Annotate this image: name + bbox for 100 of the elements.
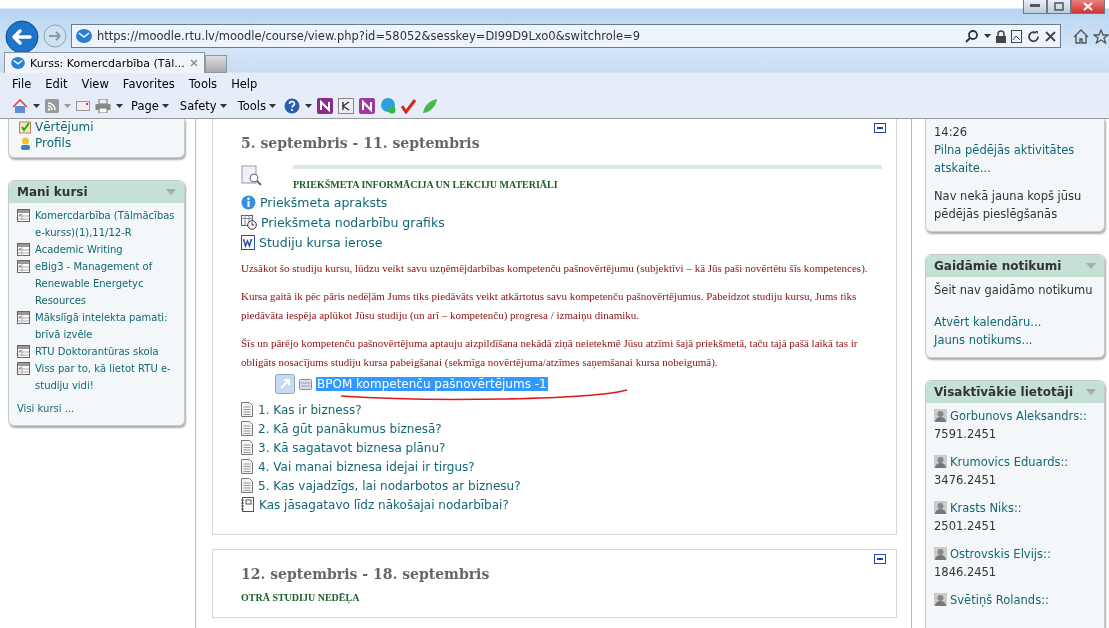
activity-note: Nav nekā jauna kopš jūsu pēdējās pieslēgšanās bbox=[934, 188, 1083, 223]
checklist-icon bbox=[19, 120, 32, 134]
user-score: 2501.2451 bbox=[934, 518, 998, 535]
notebook-icon[interactable] bbox=[359, 98, 375, 114]
caret-icon bbox=[161, 104, 169, 108]
all-courses-link[interactable]: Visi kursi ... bbox=[17, 400, 178, 417]
maximize-button[interactable] bbox=[1047, 0, 1071, 14]
search-icon[interactable] bbox=[965, 29, 979, 43]
browser-tab[interactable]: Kurss: Komercdarbība (Tāl... bbox=[4, 52, 205, 73]
calendar-clock-icon bbox=[241, 215, 257, 230]
menu-item[interactable]: Help bbox=[231, 77, 258, 91]
page-icon bbox=[241, 421, 253, 436]
page-icon bbox=[241, 402, 253, 417]
section-title: 5. septembris - 11. septembris bbox=[241, 135, 481, 151]
collapse-icon[interactable] bbox=[874, 123, 886, 133]
document-icon bbox=[241, 235, 255, 250]
close-icon[interactable] bbox=[1045, 30, 1056, 42]
course-link[interactable]: Viss par to, kā lietot RTU e-studiju vidi! bbox=[35, 360, 178, 394]
avatar-icon bbox=[934, 593, 947, 606]
magnifier-document-icon bbox=[241, 165, 263, 187]
activity-link[interactable]: Kas jāsagatavo līdz nākošajai nodarbībai? bbox=[259, 497, 509, 512]
caret-icon[interactable] bbox=[116, 104, 123, 108]
menu-item[interactable]: Favorites bbox=[122, 77, 175, 91]
info-icon bbox=[241, 195, 256, 210]
instruction-paragraph: Kursa gaitā ik pēc pāris nedēļām Jums tiks piedāvāts veikt atkārtotus savu kompetenču pašnovērtējumus. Pabeidzot studiju kursu, Jums tiks piedāvāta iespēja aplūkot Jūsu studiju (un arī – kompetenču) progresa / izmaiņu dinamiku. bbox=[241, 289, 858, 324]
home-icon[interactable] bbox=[1073, 28, 1089, 44]
close-button[interactable] bbox=[1071, 0, 1105, 14]
user-score: 3476.2451 bbox=[934, 472, 998, 489]
picture-icon[interactable] bbox=[1011, 29, 1022, 43]
check-icon[interactable] bbox=[401, 98, 417, 114]
activity-report-link[interactable]: Pilna pēdējās aktivitātes atskaite... bbox=[934, 141, 1098, 177]
menu-item[interactable]: View bbox=[81, 77, 109, 91]
address-bar[interactable]: https://moodle.rtu.lv/moodle/course/view.php?id=58052&sesskey=DI99D9Lxo0&switchrole=9 bbox=[71, 24, 1061, 48]
calendar-link[interactable]: Jauns notikums... bbox=[934, 331, 1098, 349]
minimize-icon bbox=[1030, 4, 1040, 8]
course-link[interactable]: Academic Writing bbox=[35, 241, 123, 258]
avatar-icon bbox=[934, 455, 947, 468]
envelope-icon bbox=[76, 29, 92, 43]
minimize-button[interactable] bbox=[1023, 0, 1047, 14]
user-score: 7591.2451 bbox=[934, 426, 998, 443]
table-icon bbox=[17, 209, 30, 222]
refresh-icon[interactable] bbox=[1027, 29, 1040, 43]
user-name[interactable]: Ostrovskis Elvijs:: bbox=[950, 547, 1051, 561]
page-icon bbox=[241, 478, 253, 493]
avatar-icon bbox=[934, 501, 947, 514]
table-icon bbox=[17, 243, 30, 256]
mail-icon[interactable] bbox=[76, 101, 90, 111]
course-link[interactable]: Mākslīgā intelekta pamati: brīvā izvēle bbox=[35, 309, 178, 343]
calendar-link[interactable]: Atvērt kalendāru... bbox=[934, 313, 1098, 331]
events-note: Šeit nav gaidāmo notikumu bbox=[934, 281, 1094, 299]
user-name[interactable]: Svētiņš Rolands:: bbox=[950, 593, 1049, 607]
caret-icon[interactable] bbox=[33, 104, 40, 108]
activity-link[interactable]: 1. Kas ir bizness? bbox=[258, 402, 362, 417]
notepad-icon bbox=[241, 497, 254, 512]
avatar-icon bbox=[934, 409, 947, 422]
menu-item[interactable]: Edit bbox=[45, 77, 68, 91]
survey-icon bbox=[299, 378, 312, 390]
resource-link[interactable]: Priekšmeta nodarbību grafiks bbox=[261, 215, 445, 230]
star-icon[interactable] bbox=[1093, 28, 1109, 44]
block-title: Gaidāmie notikumi bbox=[934, 259, 1062, 273]
activity-link[interactable]: 5. Kas vajadzīgs, lai nodarbotos ar biznesu? bbox=[258, 478, 521, 493]
activity-link[interactable]: 2. Kā gūt panākumus biznesā? bbox=[258, 421, 442, 436]
nav-link[interactable]: Vērtējumi bbox=[35, 119, 94, 135]
user-name[interactable]: Krumovics Eduards:: bbox=[950, 455, 1069, 469]
caret-icon[interactable] bbox=[305, 104, 312, 108]
command-button[interactable]: Tools bbox=[234, 99, 279, 113]
back-icon[interactable] bbox=[5, 20, 39, 54]
nav-link[interactable]: Profils bbox=[35, 135, 72, 151]
user-name[interactable]: Krasts Niks:: bbox=[950, 501, 1022, 515]
printer-icon[interactable] bbox=[95, 99, 111, 113]
page-icon bbox=[241, 459, 253, 474]
activity-link[interactable]: 4. Vai manai biznesa idejai ir tirgus? bbox=[258, 459, 475, 474]
command-button[interactable]: Safety bbox=[176, 99, 230, 113]
course-link[interactable]: eBig3 - Management of Renewable Energetyc Resources bbox=[35, 258, 178, 309]
menu-item[interactable]: File bbox=[12, 77, 32, 91]
instruction-paragraph: Uzsākot šo studiju kursu, lūdzu veikt savu uzņēmējdarbības kompetenču pašnovērtējumu (subjektīvi – kā Jūs paši novērtētu šīs kompetences). bbox=[241, 261, 869, 277]
table-icon bbox=[17, 311, 30, 324]
activity-link[interactable]: 3. Kā sagatavot biznesa plānu? bbox=[258, 440, 446, 455]
user-score: 1846.2451 bbox=[934, 564, 998, 581]
command-button[interactable]: Page bbox=[128, 99, 172, 113]
course-link[interactable]: Komercdarbība (Tālmācības e-kurss)(1),11/12-R bbox=[35, 207, 178, 241]
menu-item[interactable]: Tools bbox=[188, 77, 218, 91]
caret-icon bbox=[219, 104, 227, 108]
user-name[interactable]: Gorbunovs Aleksandrs:: bbox=[950, 409, 1087, 423]
caret-icon bbox=[269, 104, 276, 108]
shortcut-icon bbox=[275, 374, 295, 394]
collapse-icon[interactable] bbox=[874, 554, 886, 564]
table-icon bbox=[17, 345, 30, 358]
home-icon[interactable] bbox=[12, 98, 28, 114]
help-icon[interactable] bbox=[284, 98, 300, 114]
resource-link[interactable]: Priekšmeta apraksts bbox=[260, 195, 388, 210]
block-title: Visaktīvākie lietotāji bbox=[934, 385, 1073, 399]
block-title: Mani kursi bbox=[17, 185, 88, 199]
course-link[interactable]: RTU Doktorantūras skola bbox=[35, 343, 159, 360]
notebook-icon[interactable] bbox=[317, 98, 333, 114]
close-icon bbox=[1083, 1, 1093, 11]
section-label: OTRĀ STUDIJU NEDĒĻA bbox=[241, 592, 361, 603]
resource-link[interactable]: Studiju kursa ierose bbox=[259, 235, 383, 250]
caret-icon[interactable] bbox=[984, 34, 991, 38]
feed-icon[interactable] bbox=[45, 99, 59, 113]
